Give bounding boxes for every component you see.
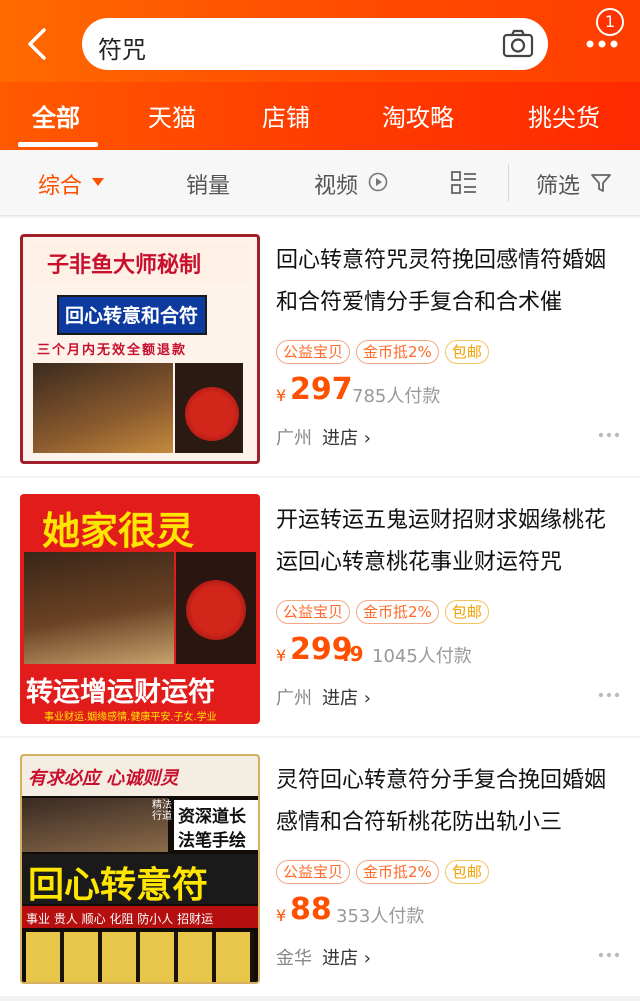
product-card[interactable]: 有求必应 心诚则灵 精法行道 资深道长 法笔手绘 回心转意符 事业 贵人 顺心 … <box>0 738 640 996</box>
product-tags: 公益宝贝 金币抵2% 包邮 <box>276 860 489 886</box>
paid-count: 1045人付款 <box>372 646 472 667</box>
filter-sales[interactable]: 销量 <box>186 168 230 200</box>
filter-video[interactable]: 视频 <box>314 168 358 200</box>
tag-charity: 公益宝贝 <box>276 860 351 884</box>
product-image[interactable]: 子非鱼大师秘制 回心转意和合符 三个月内无效全额退款 <box>20 234 260 464</box>
filter-sort[interactable]: 综合 <box>38 168 82 200</box>
product-title[interactable]: 开运转运五鬼运财招财求姻缘桃花运回心转意桃花事业财运符咒 <box>276 500 621 584</box>
image-title-text: 子非鱼大师秘制 <box>47 252 202 278</box>
tab-premium[interactable]: 挑尖货 <box>528 98 600 133</box>
category-tabs: 全部 天猫 店铺 淘攻略 挑尖货 <box>0 82 640 150</box>
tag-free-shipping: 包邮 <box>444 600 489 624</box>
image-caption-text: 事业 贵人 顺心 化阻 防小人 招财运 <box>26 912 214 926</box>
caret-down-icon <box>92 178 104 186</box>
tab-all[interactable]: 全部 <box>32 98 80 133</box>
image-subtitle-text: 回心转意和合符 <box>65 305 199 327</box>
search-query[interactable]: 符咒 <box>98 30 146 65</box>
more-options-icon[interactable] <box>598 432 620 438</box>
filter-button[interactable]: 筛选 <box>536 168 580 200</box>
currency-symbol: ¥ <box>276 906 287 925</box>
image-badge-text: 精法行道 <box>152 800 172 822</box>
more-icon[interactable] <box>584 38 620 50</box>
notification-badge: 1 <box>596 8 624 36</box>
paid-count: 785人付款 <box>352 386 441 407</box>
search-bar[interactable]: 符咒 <box>82 18 548 70</box>
seller-location: 广州 <box>276 428 312 449</box>
currency-symbol: ¥ <box>276 386 287 405</box>
image-feature-text-2: 法笔手绘 <box>178 831 246 851</box>
filter-divider <box>508 164 509 202</box>
image-subtitle-text: 转运增运财运符 <box>26 677 215 708</box>
top-bar: 符咒 1 <box>0 0 640 82</box>
image-caption-text: 事业财运.姻缘感情.健康平安.子女.学业 <box>44 712 217 723</box>
play-icon <box>368 172 388 192</box>
paid-count: 353人付款 <box>336 906 425 927</box>
currency-symbol: ¥ <box>276 646 287 665</box>
tab-tmall[interactable]: 天猫 <box>148 98 196 133</box>
image-guarantee-text: 三个月内无效全额退款 <box>37 343 188 358</box>
tag-coin-discount: 金币抵2% <box>356 860 439 884</box>
image-feature-text-1: 资深道长 <box>178 807 246 827</box>
tag-free-shipping: 包邮 <box>444 860 489 884</box>
active-tab-indicator <box>18 142 98 147</box>
product-price: 88 <box>290 892 332 927</box>
product-price: 297 <box>290 372 353 407</box>
camera-icon[interactable] <box>502 29 534 59</box>
product-card[interactable]: 子非鱼大师秘制 回心转意和合符 三个月内无效全额退款 回心转意符咒灵符挽回感情符… <box>0 218 640 476</box>
seller-location: 金华 <box>276 948 312 969</box>
enter-shop-link[interactable]: 进店 › <box>322 684 371 710</box>
tag-coin-discount: 金币抵2% <box>356 600 439 624</box>
enter-shop-link[interactable]: 进店 › <box>322 424 371 450</box>
tag-free-shipping: 包邮 <box>444 340 489 364</box>
more-options-icon[interactable] <box>598 952 620 958</box>
tag-coin-discount: 金币抵2% <box>356 340 439 364</box>
product-title[interactable]: 回心转意符咒灵符挽回感情符婚姻和合符爱情分手复合和合术催 <box>276 240 621 324</box>
tag-charity: 公益宝贝 <box>276 600 351 624</box>
product-price-decimal: .9 <box>342 642 364 666</box>
tab-shops[interactable]: 店铺 <box>262 98 310 133</box>
product-image[interactable]: 她家很灵 转运增运财运符 事业财运.姻缘感情.健康平安.子女.学业 <box>20 494 260 724</box>
image-title-text: 有求必应 心诚则灵 <box>28 768 179 789</box>
enter-shop-link[interactable]: 进店 › <box>322 944 371 970</box>
product-title[interactable]: 灵符回心转意符分手复合挽回婚姻感情和合符斩桃花防出轨小三 <box>276 760 621 844</box>
more-options-icon[interactable] <box>598 692 620 698</box>
product-tags: 公益宝贝 金币抵2% 包邮 <box>276 340 489 366</box>
layout-toggle-icon[interactable] <box>450 170 478 196</box>
tag-charity: 公益宝贝 <box>276 340 351 364</box>
image-title-text: 她家很灵 <box>42 508 195 553</box>
image-subtitle-text: 回心转意符 <box>28 864 209 906</box>
product-image[interactable]: 有求必应 心诚则灵 精法行道 资深道长 法笔手绘 回心转意符 事业 贵人 顺心 … <box>20 754 260 984</box>
product-tags: 公益宝贝 金币抵2% 包邮 <box>276 600 489 626</box>
back-icon[interactable] <box>18 24 58 64</box>
funnel-icon <box>591 174 611 192</box>
seller-location: 广州 <box>276 688 312 709</box>
tab-guides[interactable]: 淘攻略 <box>382 98 454 133</box>
filter-bar: 综合 销量 视频 筛选 <box>0 150 640 216</box>
product-card[interactable]: 她家很灵 转运增运财运符 事业财运.姻缘感情.健康平安.子女.学业 开运转运五鬼… <box>0 478 640 736</box>
